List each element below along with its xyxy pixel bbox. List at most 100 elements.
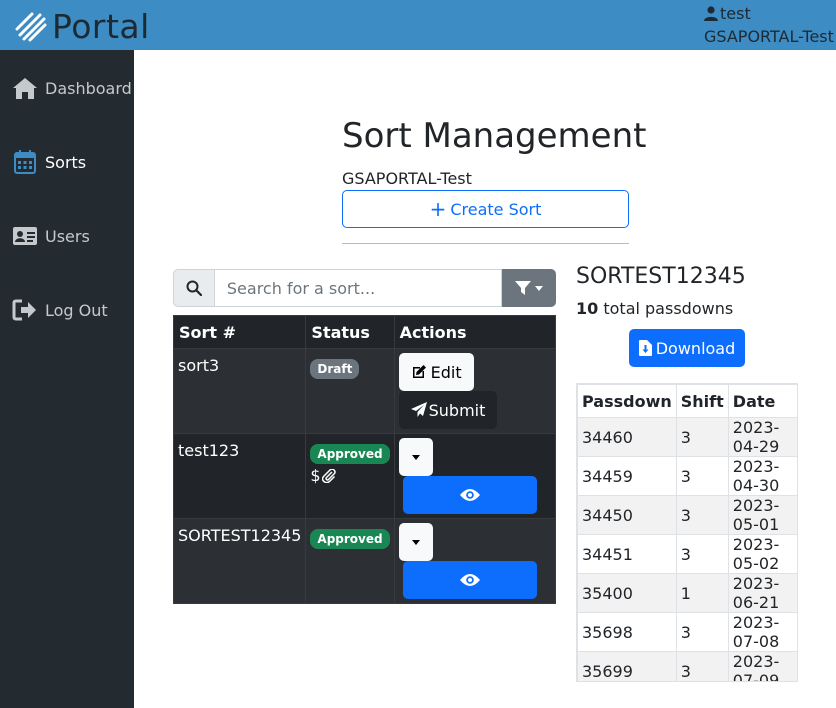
sidebar-item-logout[interactable]: Log Out <box>12 298 108 322</box>
status-badge: Draft <box>310 359 360 379</box>
caret-down-icon <box>411 454 420 460</box>
passdown-id: 34459 <box>577 456 677 496</box>
user-icon <box>704 6 718 21</box>
file-download-icon <box>638 340 652 356</box>
passdown-id: 34451 <box>577 534 677 574</box>
id-card-icon <box>13 227 37 245</box>
column-header: Shift <box>675 384 729 418</box>
search-icon <box>186 280 202 296</box>
logout-icon <box>12 299 36 321</box>
plus-icon: + <box>429 197 447 221</box>
sort-number[interactable]: SORTEST12345 <box>172 518 307 604</box>
shift: 3 <box>675 534 729 574</box>
table-row[interactable]: 35699 3 2023-07-09 <box>577 651 797 681</box>
shift: 3 <box>675 495 729 535</box>
table-header-row: Sort # Status Actions <box>172 315 557 349</box>
download-button[interactable]: Download <box>629 329 745 367</box>
sort-number[interactable]: test123 <box>172 433 307 519</box>
edit-button[interactable]: Edit <box>398 353 474 391</box>
sort-number[interactable]: sort3 <box>172 348 307 434</box>
shift: 3 <box>675 456 729 496</box>
passdown-id: 35699 <box>577 651 677 681</box>
status-badge: Approved <box>310 444 390 464</box>
create-sort-label: Create Sort <box>450 199 542 219</box>
table-row[interactable]: 34450 3 2023-05-01 <box>577 495 797 535</box>
sidebar-item-users[interactable]: Users <box>12 224 90 248</box>
table-row[interactable]: 34459 3 2023-04-30 <box>577 456 797 496</box>
table-row[interactable]: 34460 3 2023-04-29 <box>577 417 797 457</box>
status-cell: Approved $ <box>305 433 395 519</box>
sidebar-item-label: Log Out <box>45 300 108 320</box>
filter-icon <box>515 281 532 295</box>
passdown-id: 34450 <box>577 495 677 535</box>
view-button[interactable] <box>402 476 537 514</box>
status-cell: Draft <box>305 348 395 434</box>
brand-name: Portal <box>52 6 150 46</box>
sidebar: Dashboard Sorts Users Log Out <box>0 50 134 708</box>
sidebar-item-label: Dashboard <box>45 78 132 98</box>
shift: 1 <box>675 573 729 613</box>
home-icon <box>13 78 37 99</box>
user-info[interactable]: test GSAPORTAL-Test <box>704 2 834 48</box>
dollar-icon: $ <box>310 466 321 485</box>
actions-cell: Edit Submit <box>393 348 557 434</box>
page-title: Sort Management <box>342 116 647 156</box>
column-header: Date <box>727 384 797 418</box>
sidebar-item-dashboard[interactable]: Dashboard <box>12 76 132 100</box>
table-row: sort3 Draft Edit Submit <box>172 348 557 434</box>
sidebar-item-label: Sorts <box>45 152 87 172</box>
search-input[interactable] <box>214 269 503 307</box>
passdown-id: 35400 <box>577 573 677 613</box>
date: 2023-05-01 <box>727 495 797 535</box>
calendar-icon <box>14 150 36 174</box>
top-navbar: Portal test GSAPORTAL-Test <box>0 0 836 50</box>
passdown-count-number: 10 <box>576 299 599 318</box>
paper-plane-icon <box>410 402 427 417</box>
actions-cell <box>393 518 557 604</box>
caret-down-icon <box>411 539 420 545</box>
selected-sort-title: SORTEST12345 <box>576 264 746 289</box>
passdowns-scroll-container[interactable]: Passdown Shift Date 34460 3 2023-04-29 344… <box>576 383 798 682</box>
eye-icon <box>459 489 480 501</box>
passdown-id: 35698 <box>577 612 677 652</box>
date: 2023-05-02 <box>727 534 797 574</box>
table-row[interactable]: 35400 1 2023-06-21 <box>577 573 797 613</box>
create-sort-button[interactable]: + Create Sort <box>342 190 629 228</box>
table-row[interactable]: 34451 3 2023-05-02 <box>577 534 797 574</box>
brand[interactable]: Portal <box>14 6 150 46</box>
divider <box>342 243 629 244</box>
column-header: Sort # <box>172 315 307 349</box>
actions-cell <box>393 433 557 519</box>
submit-label: Submit <box>428 400 486 420</box>
search-addon <box>173 269 215 307</box>
column-header: Status <box>305 315 395 349</box>
date: 2023-07-09 <box>727 651 797 681</box>
passdowns-table: Passdown Shift Date 34460 3 2023-04-29 344… <box>577 384 797 681</box>
date: 2023-04-30 <box>727 456 797 496</box>
status-badge: Approved <box>310 529 390 549</box>
eye-icon <box>459 574 480 586</box>
username: test <box>720 4 751 23</box>
table-row[interactable]: 35698 3 2023-07-08 <box>577 612 797 652</box>
edit-icon <box>412 365 426 378</box>
filter-dropdown-button[interactable] <box>502 269 556 307</box>
shift: 3 <box>675 651 729 681</box>
shift: 3 <box>675 417 729 457</box>
shift: 3 <box>675 612 729 652</box>
date: 2023-04-29 <box>727 417 797 457</box>
passdown-id: 34460 <box>577 417 677 457</box>
submit-button[interactable]: Submit <box>398 391 498 429</box>
status-cell: Approved <box>305 518 395 604</box>
sorts-table: Sort # Status Actions sort3 Draft Edit S… <box>172 315 557 604</box>
date: 2023-07-08 <box>727 612 797 652</box>
user-org: GSAPORTAL-Test <box>704 27 834 46</box>
attachment-indicators: $ <box>310 466 389 485</box>
sidebar-item-sorts[interactable]: Sorts <box>12 150 86 174</box>
search-group <box>173 269 556 307</box>
table-row: test123 Approved $ <box>172 433 557 519</box>
edit-label: Edit <box>430 362 462 382</box>
passdown-count-suffix: total passdowns <box>598 299 734 318</box>
actions-dropdown-button[interactable] <box>398 523 433 561</box>
actions-dropdown-button[interactable] <box>398 438 433 476</box>
view-button[interactable] <box>402 561 537 599</box>
